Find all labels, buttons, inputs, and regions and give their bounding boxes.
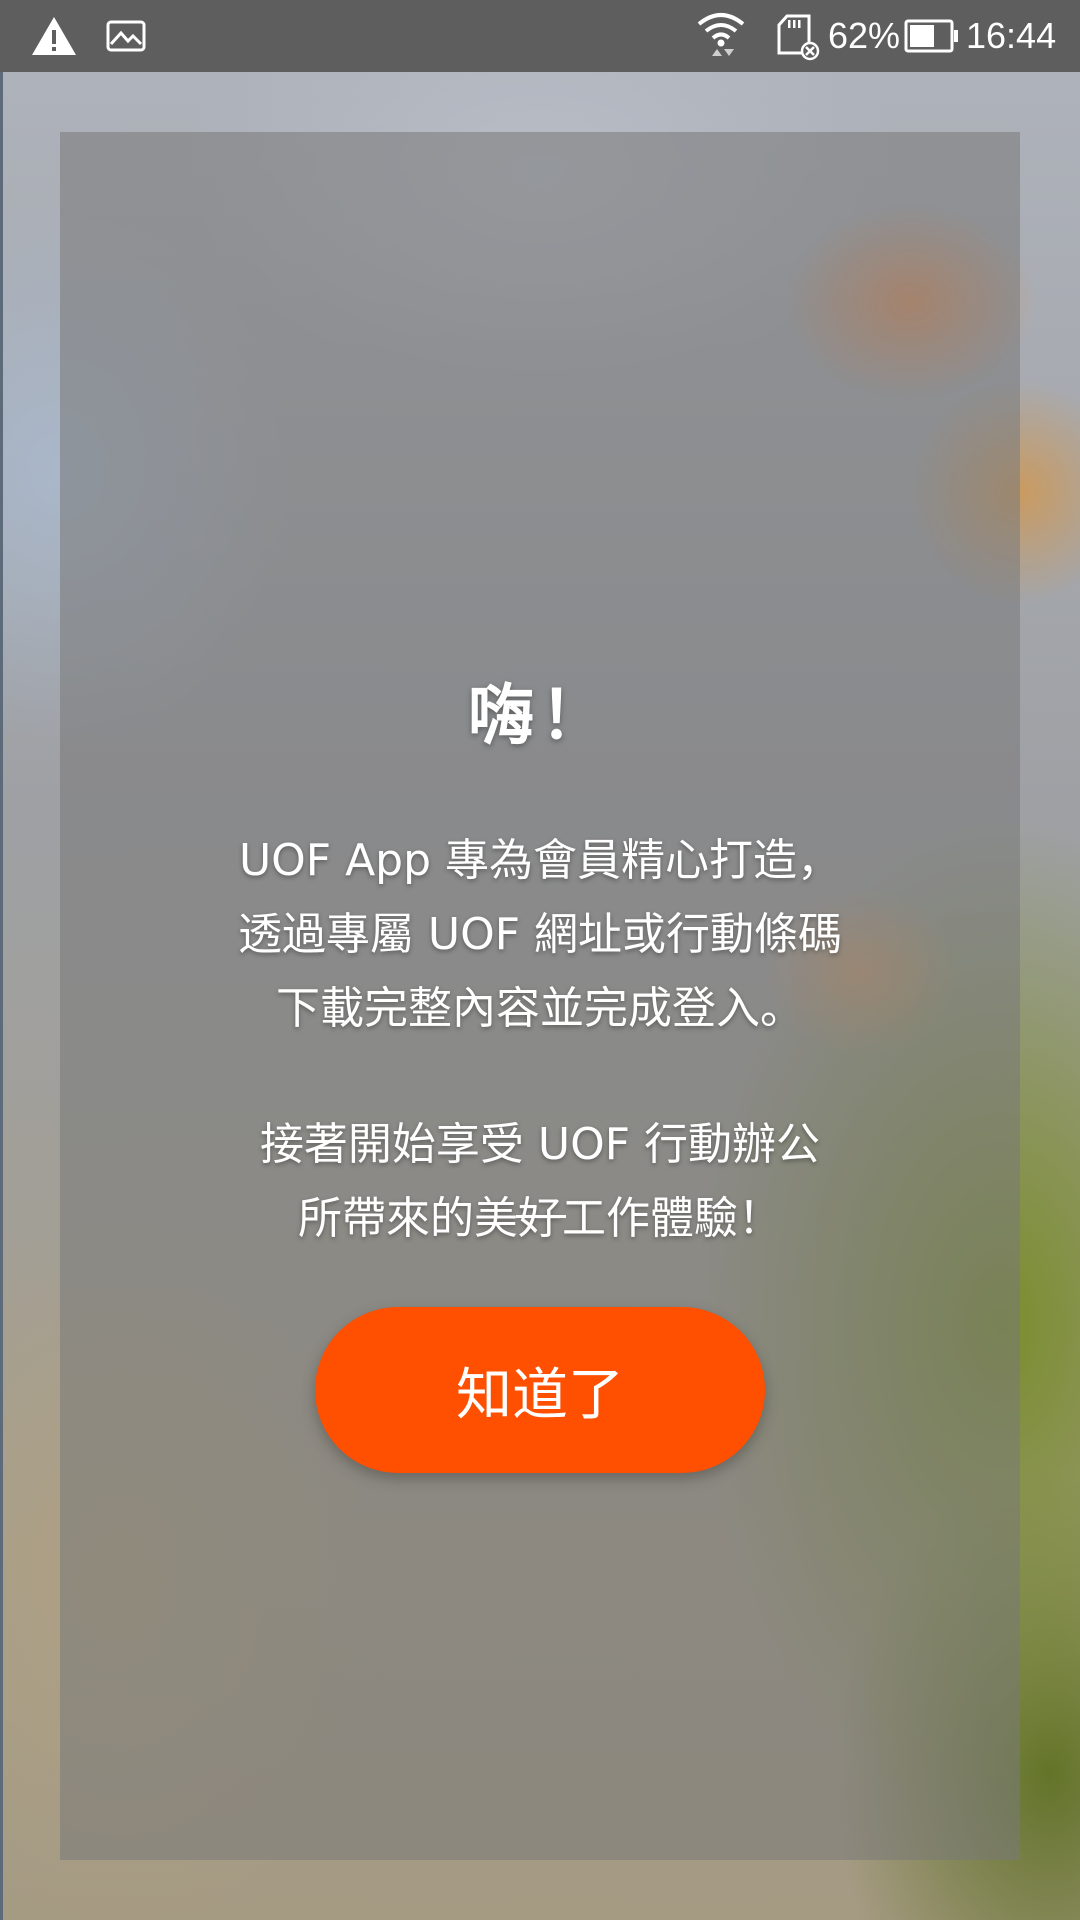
intro-line: 透過專屬 UOF 網址或行動條碼 — [237, 909, 843, 960]
wifi-icon — [696, 0, 746, 72]
got-it-button[interactable]: 知道了 — [315, 1307, 765, 1473]
intro-paragraph: UOF App 專為會員精心打造， 透過專屬 UOF 網址或行動條碼 下載完整內… — [100, 824, 980, 1046]
intro-line: 下載完整內容並完成登入。 — [276, 983, 804, 1034]
left-edge-line — [0, 72, 3, 1920]
clock: 16:44 — [966, 15, 1057, 56]
outro-line: 接著開始享受 UOF 行動辦公 — [259, 1119, 821, 1170]
welcome-dialog: 嗨！ UOF App 專為會員精心打造， 透過專屬 UOF 網址或行動條碼 下載… — [60, 132, 1020, 1860]
warning-icon — [30, 0, 78, 72]
sd-card-icon — [774, 0, 820, 72]
divider — [516, 1215, 566, 1218]
status-bar: 62% 16:44 — [0, 0, 1080, 72]
outro-line: 所帶來的美好工作體驗！ — [298, 1193, 782, 1244]
outro-paragraph: 接著開始享受 UOF 行動辦公 所帶來的美好工作體驗！ — [100, 1108, 980, 1256]
battery-icon — [904, 0, 960, 72]
dialog-title: 嗨！ — [468, 677, 612, 754]
image-icon — [106, 0, 146, 72]
intro-line: UOF App 專為會員精心打造， — [238, 835, 842, 886]
battery-percent: 62% — [828, 15, 901, 56]
